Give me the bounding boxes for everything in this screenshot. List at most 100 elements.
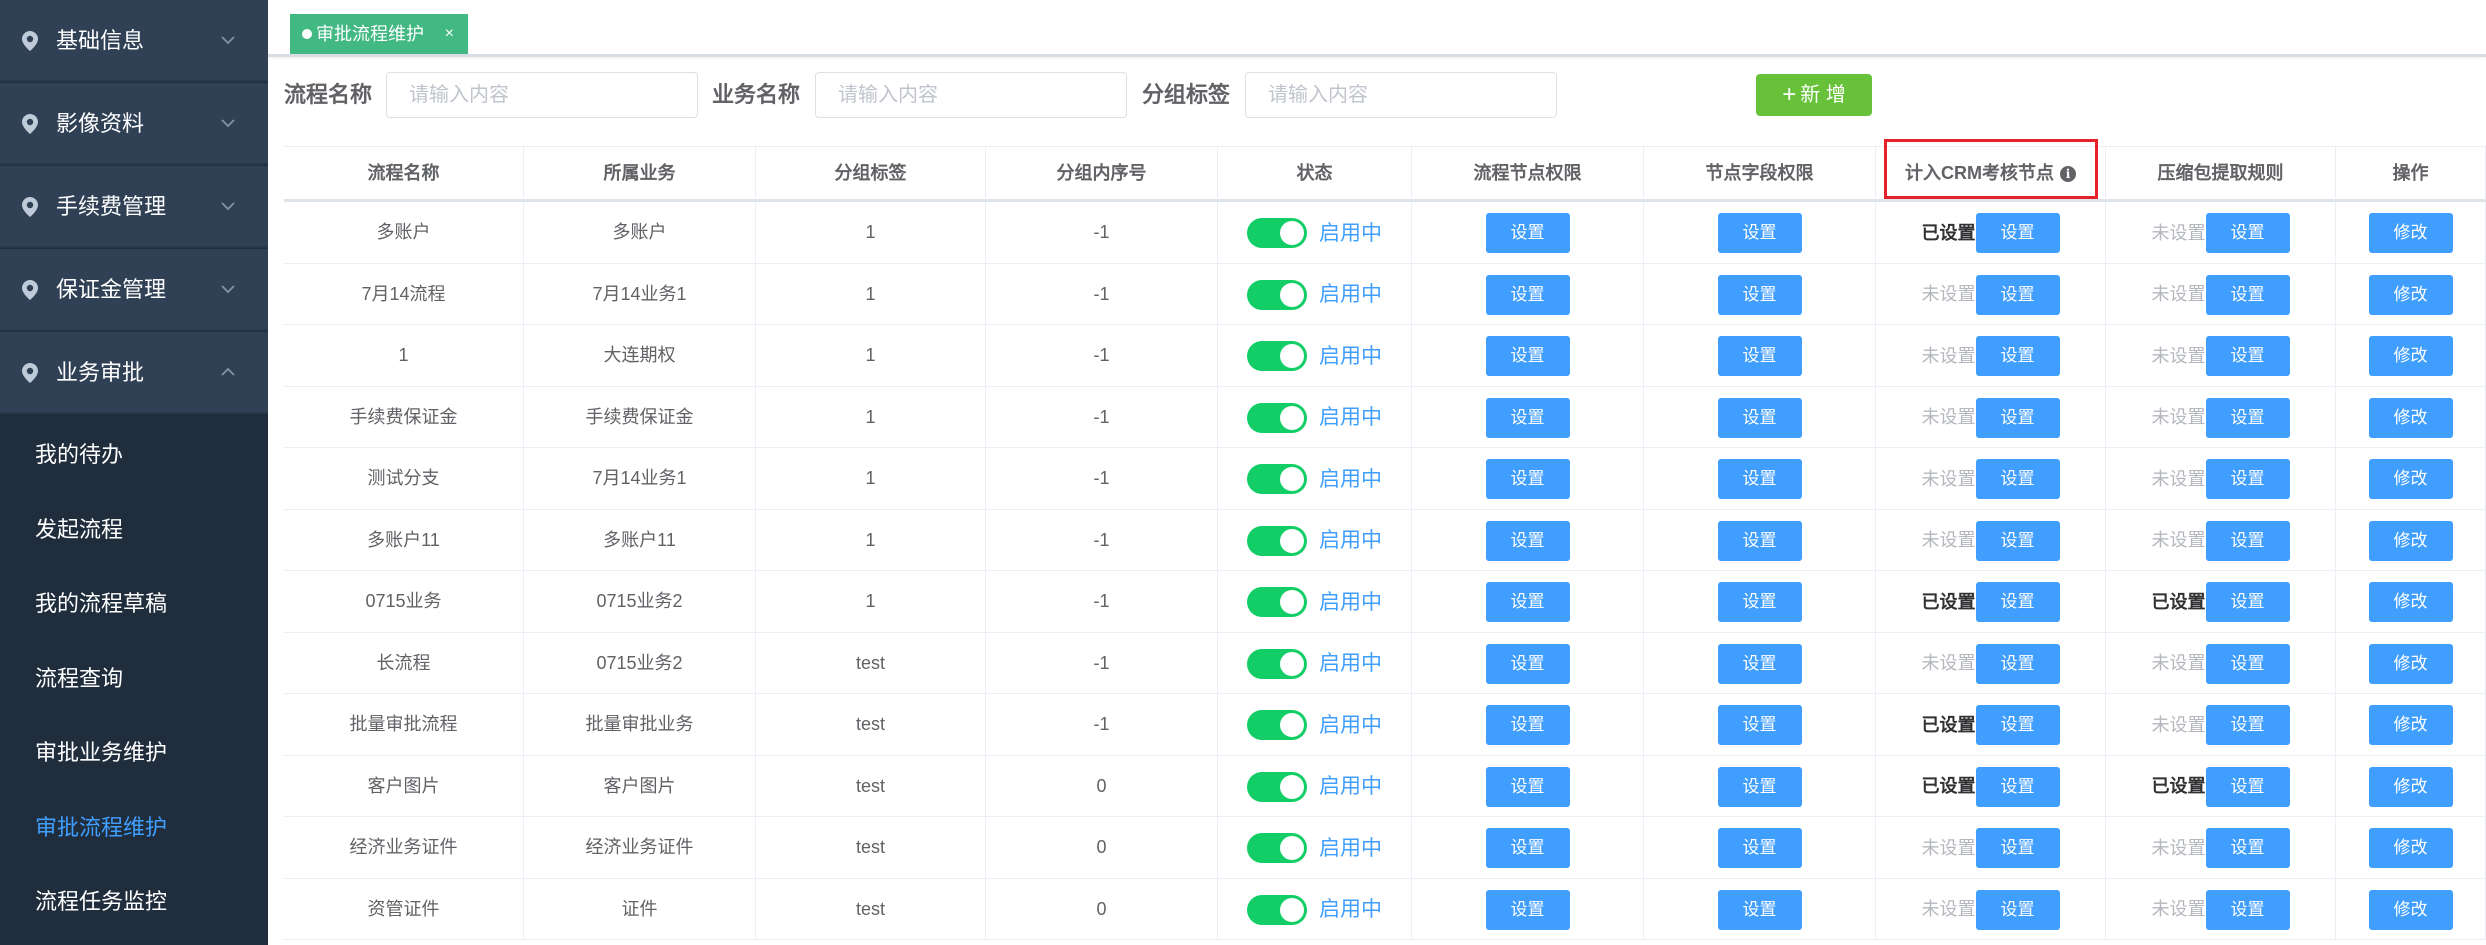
node-permission-set-button[interactable]: 设置: [1485, 828, 1570, 869]
field-permission-set-button[interactable]: 设置: [1717, 582, 1802, 623]
zip-set-button[interactable]: 设置: [2205, 336, 2290, 377]
zip-set-button[interactable]: 设置: [2205, 213, 2290, 254]
table-row: 7月14流程 7月14业务1 1 -1 启用中 设置 设置 未设置 设置 未设置 设置 修改: [284, 263, 2486, 325]
sidebar-sub-item-1[interactable]: 发起流程: [0, 491, 268, 567]
zip-set-button[interactable]: 设置: [2205, 643, 2290, 684]
crm-set-button[interactable]: 设置: [1975, 274, 2060, 315]
sidebar-sub-item-6[interactable]: 流程任务监控: [0, 864, 268, 939]
zip-set-button[interactable]: 设置: [2205, 889, 2290, 930]
status-switch[interactable]: [1247, 279, 1307, 310]
sidebar-sub-item-3[interactable]: 流程查询: [0, 640, 268, 716]
status-switch[interactable]: [1247, 648, 1307, 679]
sidebar-group-3[interactable]: 保证金管理: [0, 249, 268, 331]
field-permission-set-button[interactable]: 设置: [1717, 828, 1802, 869]
crm-set-button[interactable]: 设置: [1975, 520, 2060, 561]
edit-button[interactable]: 修改: [2368, 336, 2453, 377]
status-switch[interactable]: [1247, 525, 1307, 556]
crm-set-button[interactable]: 设置: [1975, 828, 2060, 869]
edit-button[interactable]: 修改: [2368, 643, 2453, 684]
sidebar-sub-item-2[interactable]: 我的流程草稿: [0, 566, 268, 641]
status-switch[interactable]: [1247, 771, 1307, 802]
status-switch[interactable]: [1247, 587, 1307, 618]
crm-set-button[interactable]: 设置: [1975, 889, 2060, 930]
node-permission-set-button[interactable]: 设置: [1485, 397, 1570, 438]
field-permission-set-button[interactable]: 设置: [1717, 274, 1802, 315]
zip-set-button[interactable]: 设置: [2205, 828, 2290, 869]
edit-button[interactable]: 修改: [2368, 397, 2453, 438]
tab-approval-flow-maintenance[interactable]: 审批流程维护 ×: [290, 14, 468, 54]
sidebar-sub-item-0[interactable]: 我的待办: [0, 417, 268, 492]
sidebar-sub-item-5[interactable]: 审批流程维护: [0, 789, 268, 865]
field-permission-set-button[interactable]: 设置: [1717, 643, 1802, 684]
crm-set-button[interactable]: 设置: [1975, 766, 2060, 807]
zip-set-button[interactable]: 设置: [2205, 520, 2290, 561]
flow-name-input[interactable]: [386, 72, 698, 118]
sidebar-group-1[interactable]: 影像资料: [0, 83, 268, 165]
node-permission-set-button[interactable]: 设置: [1485, 643, 1570, 684]
node-permission-set-button[interactable]: 设置: [1485, 213, 1570, 254]
status-switch[interactable]: [1247, 218, 1307, 249]
sidebar-sub-item-4[interactable]: 审批业务维护: [0, 715, 268, 790]
node-permission-set-button[interactable]: 设置: [1485, 274, 1570, 315]
field-permission-set-button[interactable]: 设置: [1717, 336, 1802, 377]
status-switch[interactable]: [1247, 402, 1307, 433]
add-button[interactable]: + 新 增: [1756, 74, 1872, 116]
table-row: 资管证件 证件 test 0 启用中 设置 设置 未设置 设置 未设置 设置 修改: [284, 878, 2486, 940]
sidebar-group-label: 保证金管理: [56, 277, 167, 302]
edit-button[interactable]: 修改: [2368, 274, 2453, 315]
zip-set-button[interactable]: 设置: [2205, 274, 2290, 315]
zip-set-button[interactable]: 设置: [2205, 397, 2290, 438]
group-seq-cell: 0: [1096, 837, 1107, 857]
node-permission-set-button[interactable]: 设置: [1485, 336, 1570, 377]
sidebar-group-4[interactable]: 业务审批: [0, 332, 268, 414]
edit-button[interactable]: 修改: [2368, 459, 2453, 500]
edit-button[interactable]: 修改: [2368, 705, 2453, 746]
status-switch[interactable]: [1247, 464, 1307, 495]
status-switch[interactable]: [1247, 833, 1307, 864]
zip-set-button[interactable]: 设置: [2205, 766, 2290, 807]
group-tag-input[interactable]: [1245, 72, 1557, 118]
node-permission-set-button[interactable]: 设置: [1485, 459, 1570, 500]
crm-status-text: 未设置: [1921, 284, 1976, 305]
zip-set-button[interactable]: 设置: [2205, 705, 2290, 746]
zip-set-button[interactable]: 设置: [2205, 582, 2290, 623]
field-permission-set-button[interactable]: 设置: [1717, 520, 1802, 561]
sidebar-group-2[interactable]: 手续费管理: [0, 166, 268, 248]
business-name-input[interactable]: [815, 72, 1127, 118]
node-permission-set-button[interactable]: 设置: [1485, 520, 1570, 561]
edit-button[interactable]: 修改: [2368, 828, 2453, 869]
crm-set-button[interactable]: 设置: [1975, 459, 2060, 500]
field-permission-set-button[interactable]: 设置: [1717, 766, 1802, 807]
node-permission-set-button[interactable]: 设置: [1485, 889, 1570, 930]
edit-button[interactable]: 修改: [2368, 213, 2453, 254]
field-permission-set-button[interactable]: 设置: [1717, 397, 1802, 438]
table-row: 多账户11 多账户11 1 -1 启用中 设置 设置 未设置 设置 未设置 设置 修改: [284, 509, 2486, 571]
crm-set-button[interactable]: 设置: [1975, 213, 2060, 254]
field-permission-set-button[interactable]: 设置: [1717, 889, 1802, 930]
field-permission-set-button[interactable]: 设置: [1717, 459, 1802, 500]
status-switch[interactable]: [1247, 710, 1307, 741]
field-permission-set-button[interactable]: 设置: [1717, 705, 1802, 746]
status-switch[interactable]: [1247, 341, 1307, 372]
sidebar-group-0[interactable]: 基础信息: [0, 0, 268, 82]
crm-set-button[interactable]: 设置: [1975, 397, 2060, 438]
group-seq-cell: -1: [1093, 406, 1110, 427]
tab-close-icon[interactable]: ×: [445, 14, 454, 54]
edit-button[interactable]: 修改: [2368, 889, 2453, 930]
col-node-permission-cell: 设置: [1412, 694, 1644, 755]
node-permission-set-button[interactable]: 设置: [1485, 705, 1570, 746]
crm-set-button[interactable]: 设置: [1975, 643, 2060, 684]
node-permission-set-button[interactable]: 设置: [1485, 582, 1570, 623]
crm-set-button[interactable]: 设置: [1975, 705, 2060, 746]
status-switch[interactable]: [1247, 894, 1307, 925]
zip-set-button[interactable]: 设置: [2205, 459, 2290, 500]
col-status-cell: 启用中: [1218, 386, 1412, 448]
edit-button[interactable]: 修改: [2368, 582, 2453, 623]
crm-set-button[interactable]: 设置: [1975, 336, 2060, 377]
crm-set-button[interactable]: 设置: [1975, 582, 2060, 623]
node-permission-set-button[interactable]: 设置: [1485, 766, 1570, 807]
col-status-cell: 启用中: [1218, 571, 1412, 632]
field-permission-set-button[interactable]: 设置: [1717, 213, 1802, 254]
edit-button[interactable]: 修改: [2368, 766, 2453, 807]
edit-button[interactable]: 修改: [2368, 520, 2453, 561]
